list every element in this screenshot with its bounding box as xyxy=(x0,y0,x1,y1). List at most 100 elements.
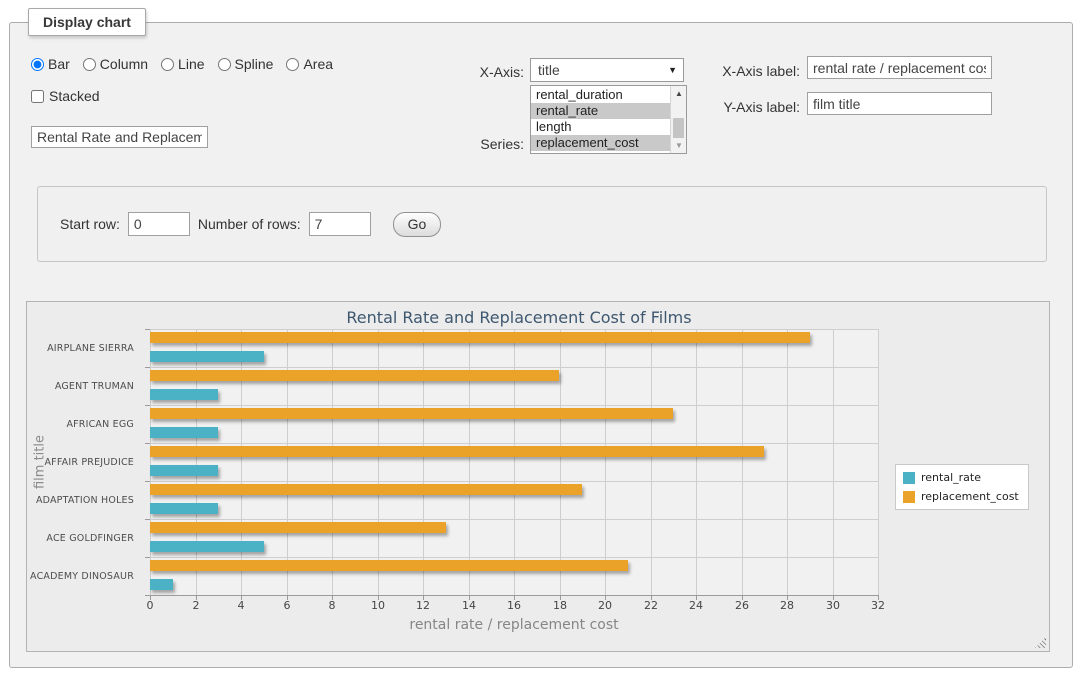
category-label: AFRICAN EGG xyxy=(27,405,142,443)
x-tick-label: 14 xyxy=(453,599,485,612)
series-option-replacement_cost[interactable]: replacement_cost xyxy=(531,135,670,151)
legend-item-replacement_cost[interactable]: replacement_cost xyxy=(903,490,1019,503)
stacked-label: Stacked xyxy=(49,88,100,104)
legend-swatch-rental_rate xyxy=(903,472,915,484)
display-chart-fieldset: Display chart BarColumnLineSplineArea St… xyxy=(9,22,1073,668)
x-axis-line xyxy=(150,595,879,596)
gridline-row-boundary xyxy=(150,481,878,482)
bar-rental_rate-academy-dinosaur[interactable] xyxy=(150,579,173,590)
gridline-x-28 xyxy=(787,329,788,595)
gridline-x-10 xyxy=(378,329,379,595)
gridline-x-26 xyxy=(742,329,743,595)
y-tick-mark xyxy=(145,329,150,330)
y-axis-label-caption: Y-Axis label: xyxy=(710,99,800,115)
x-axis-selected-value: title xyxy=(538,62,560,78)
bar-rental_rate-airplane-sierra[interactable] xyxy=(150,351,264,362)
chart-type-option-line[interactable]: Line xyxy=(161,56,204,72)
gridline-x-14 xyxy=(469,329,470,595)
bar-replacement_cost-academy-dinosaur[interactable] xyxy=(150,560,628,571)
stacked-checkbox[interactable] xyxy=(31,90,44,103)
x-axis-select[interactable]: title ▼ xyxy=(530,58,684,82)
x-tick-label: 22 xyxy=(635,599,667,612)
radio-label: Line xyxy=(178,56,204,72)
num-rows-input[interactable] xyxy=(309,212,371,236)
gridline-x-32 xyxy=(878,329,879,595)
series-scrollbar[interactable]: ▲ ▼ xyxy=(670,86,686,153)
y-tick-mark xyxy=(145,557,150,558)
category-label: AIRPLANE SIERRA xyxy=(27,329,142,367)
x-tick-label: 4 xyxy=(225,599,257,612)
series-option-length[interactable]: length xyxy=(531,119,670,135)
gridline-x-12 xyxy=(423,329,424,595)
x-tick-label: 24 xyxy=(680,599,712,612)
gridline-x-30 xyxy=(833,329,834,595)
x-tick-label: 30 xyxy=(817,599,849,612)
radio-bar[interactable] xyxy=(31,58,44,71)
scrollbar-thumb[interactable] xyxy=(673,118,684,140)
scroll-up-icon[interactable]: ▲ xyxy=(671,86,687,101)
series-option-rental_duration[interactable]: rental_duration xyxy=(531,87,670,103)
gridline-x-16 xyxy=(514,329,515,595)
y-axis-label-input[interactable] xyxy=(807,92,992,115)
chart-type-option-area[interactable]: Area xyxy=(286,56,333,72)
gridline-row-boundary xyxy=(150,329,878,330)
chart-type-option-bar[interactable]: Bar xyxy=(31,56,70,72)
start-row-label: Start row: xyxy=(60,216,120,232)
num-rows-label: Number of rows: xyxy=(198,216,301,232)
radio-label: Column xyxy=(100,56,148,72)
scroll-down-icon[interactable]: ▼ xyxy=(671,138,687,153)
gridline-x-2 xyxy=(196,329,197,595)
stacked-option[interactable]: Stacked xyxy=(31,88,100,104)
bar-rental_rate-ace-goldfinger[interactable] xyxy=(150,541,264,552)
legend-item-rental_rate[interactable]: rental_rate xyxy=(903,471,1019,484)
radio-column[interactable] xyxy=(83,58,96,71)
bar-replacement_cost-affair-prejudice[interactable] xyxy=(150,446,764,457)
gridline-x-18 xyxy=(560,329,561,595)
gridline-row-boundary xyxy=(150,367,878,368)
chart-type-option-spline[interactable]: Spline xyxy=(218,56,274,72)
bar-rental_rate-affair-prejudice[interactable] xyxy=(150,465,218,476)
radio-area[interactable] xyxy=(286,58,299,71)
x-axis-label-caption: X-Axis label: xyxy=(710,63,800,79)
x-tick-label: 0 xyxy=(134,599,166,612)
chart-category-labels: AIRPLANE SIERRAAGENT TRUMANAFRICAN EGGAF… xyxy=(27,329,142,595)
x-tick-label: 28 xyxy=(771,599,803,612)
gridline-x-4 xyxy=(241,329,242,595)
chart-type-option-column[interactable]: Column xyxy=(83,56,148,72)
radio-label: Spline xyxy=(235,56,274,72)
chart-title-input[interactable] xyxy=(31,126,208,148)
category-label: AGENT TRUMAN xyxy=(27,367,142,405)
bar-replacement_cost-airplane-sierra[interactable] xyxy=(150,332,810,343)
bar-rental_rate-african-egg[interactable] xyxy=(150,427,218,438)
legend-label: rental_rate xyxy=(921,471,981,484)
category-label: ACE GOLDFINGER xyxy=(27,519,142,557)
x-axis-label-input[interactable] xyxy=(807,56,992,79)
resize-grip-icon[interactable] xyxy=(1035,637,1046,648)
bar-replacement_cost-agent-truman[interactable] xyxy=(150,370,559,381)
gridline-row-boundary xyxy=(150,557,878,558)
y-tick-mark xyxy=(145,481,150,482)
gridline-row-boundary xyxy=(150,443,878,444)
radio-line[interactable] xyxy=(161,58,174,71)
bar-rental_rate-agent-truman[interactable] xyxy=(150,389,218,400)
category-label: ADAPTATION HOLES xyxy=(27,481,142,519)
start-row-input[interactable] xyxy=(128,212,190,236)
bar-replacement_cost-african-egg[interactable] xyxy=(150,408,673,419)
x-tick-label: 2 xyxy=(180,599,212,612)
go-button[interactable]: Go xyxy=(393,212,442,237)
bar-rental_rate-adaptation-holes[interactable] xyxy=(150,503,218,514)
category-label: AFFAIR PREJUDICE xyxy=(27,443,142,481)
x-tick-label: 12 xyxy=(407,599,439,612)
gridline-row-boundary xyxy=(150,405,878,406)
radio-spline[interactable] xyxy=(218,58,231,71)
y-tick-mark xyxy=(145,405,150,406)
chart-container: Rental Rate and Replacement Cost of Film… xyxy=(26,301,1050,652)
series-listbox[interactable]: rental_durationrental_ratelengthreplacem… xyxy=(530,85,687,154)
x-tick-label: 18 xyxy=(544,599,576,612)
bar-replacement_cost-adaptation-holes[interactable] xyxy=(150,484,582,495)
chart-type-group: Bar Column Line Spline Area xyxy=(31,56,333,72)
y-tick-mark xyxy=(145,367,150,368)
series-option-rental_rate[interactable]: rental_rate xyxy=(531,103,670,119)
bar-replacement_cost-ace-goldfinger[interactable] xyxy=(150,522,446,533)
category-label: ACADEMY DINOSAUR xyxy=(27,557,142,595)
